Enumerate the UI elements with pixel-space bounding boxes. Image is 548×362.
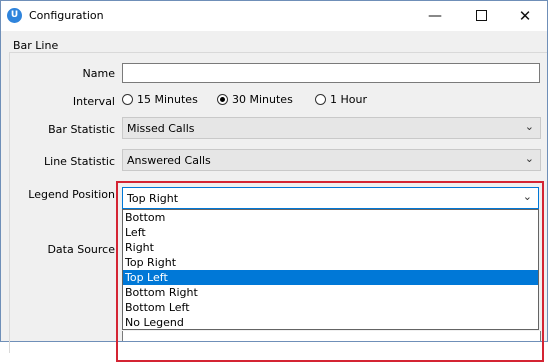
bar-statistic-value: Missed Calls xyxy=(127,122,195,135)
bar-statistic-label: Bar Statistic xyxy=(48,123,115,136)
close-button[interactable]: ✕ xyxy=(503,1,547,31)
group-title: Bar Line xyxy=(11,39,61,52)
maximize-icon xyxy=(475,9,487,21)
radio-label: 15 Minutes xyxy=(137,93,198,106)
radio-circle-selected xyxy=(217,93,228,105)
radio-label: 1 Hour xyxy=(330,93,367,106)
radio-label: 30 Minutes xyxy=(232,93,293,106)
line-statistic-value: Answered Calls xyxy=(127,154,211,167)
dialog-body: Bar Line Name Interval 15 Minutes 30 Min… xyxy=(1,31,547,362)
minimize-button[interactable]: — xyxy=(413,1,457,31)
bar-statistic-select[interactable]: Missed Calls ⌄ xyxy=(122,117,541,139)
data-source-label: Data Source xyxy=(47,243,115,256)
interval-radio-30[interactable]: 30 Minutes xyxy=(217,93,293,106)
interval-radio-1h[interactable]: 1 Hour xyxy=(315,93,367,106)
maximize-button[interactable] xyxy=(459,1,503,31)
app-logo-icon: U xyxy=(7,8,22,23)
window-title: Configuration xyxy=(29,9,104,22)
title-bar[interactable]: U Configuration — ✕ xyxy=(1,1,547,31)
legend-position-label: Legend Position xyxy=(28,188,115,201)
interval-label: Interval xyxy=(72,95,115,108)
name-input[interactable] xyxy=(122,63,540,83)
configuration-window: U Configuration — ✕ Bar Line Name Interv… xyxy=(0,0,548,362)
annotation-highlight-box xyxy=(116,181,544,362)
chevron-down-icon: ⌄ xyxy=(524,120,534,133)
radio-circle xyxy=(315,93,326,105)
name-label: Name xyxy=(82,67,115,80)
radio-circle xyxy=(122,93,133,105)
chevron-down-icon: ⌄ xyxy=(524,152,534,165)
interval-radio-15[interactable]: 15 Minutes xyxy=(122,93,198,106)
line-statistic-label: Line Statistic xyxy=(44,155,115,168)
line-statistic-select[interactable]: Answered Calls ⌄ xyxy=(122,149,541,171)
